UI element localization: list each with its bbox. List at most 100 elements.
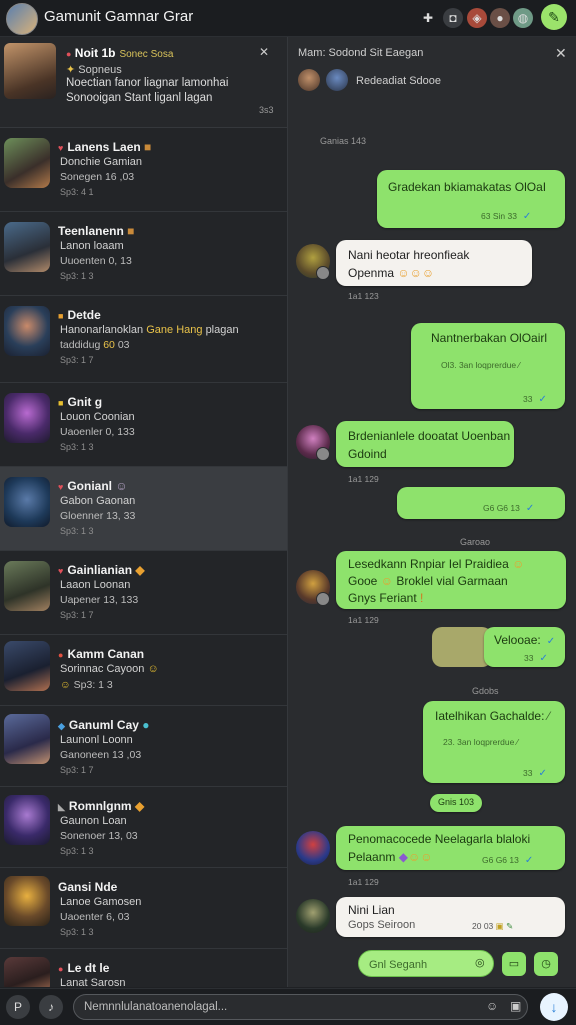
message-text: Brdenianlele dooatat Uoenban — [348, 429, 511, 443]
chat-time: Sp3: 1 3 — [60, 846, 94, 856]
chat-row[interactable]: ■ Gnit g Louon Coonian Uaoenler 0, 133 Sp… — [0, 383, 287, 467]
chat-name: Detde — [67, 308, 101, 322]
avatar — [4, 222, 50, 272]
profile-avatar[interactable] — [6, 3, 38, 35]
search-icon[interactable]: ◎ — [475, 956, 485, 969]
close-icon[interactable]: ✕ — [259, 45, 269, 59]
compose-icon[interactable]: ✎ — [541, 4, 567, 30]
edit-icon: ✎ — [506, 921, 514, 931]
star-icon: ■ — [58, 398, 64, 408]
message-search[interactable]: ◎ — [358, 950, 494, 977]
chat-preview: Lanoe Gamosen — [60, 896, 142, 908]
grid-icon[interactable]: ◈ — [467, 8, 487, 28]
chat-preview: Lanon loaam — [60, 240, 124, 252]
chat-row-selected[interactable]: ♥ Gonianl ☺ Gabon Gaonan Gloenner 13, 33 … — [0, 467, 287, 551]
read-check-icon: ✓ — [539, 653, 548, 664]
read-check-icon: ✓ — [538, 394, 547, 405]
avatar — [4, 561, 50, 611]
chat-row[interactable]: Gansi Nde Lanoe Gamosen Uaoenter 6, 03 S… — [0, 868, 287, 949]
chat-name: Gnit g — [67, 395, 103, 409]
chat-date: Sonenoer 13, 03 — [60, 830, 138, 842]
date-divider: Ganias 143 — [320, 136, 367, 146]
top-bar: Gamunit Gamnar Grar ✚ ◘ ◈ ● ◍ ✎ — [0, 0, 576, 37]
message-meta: 33 — [524, 653, 534, 663]
chat-row[interactable]: ♥ Lanens Laen ■ Donchie Gamian Sonegen 16… — [0, 128, 287, 212]
status-icon — [316, 266, 330, 280]
chat-time: Sp3: 1 7 — [60, 355, 94, 365]
message-text: Iatelhikan Gachalde: — [435, 709, 545, 723]
chat-date: Gloenner 13, 33 — [60, 510, 136, 522]
chat-row[interactable]: ■ Detde Hanonarlanoklan Gane Hang plagan … — [0, 296, 287, 383]
chat-date: Uaoenler 0, 133 — [60, 426, 135, 438]
message-meta: Ol3. 3an loqprerdue — [441, 360, 517, 370]
chat-name: Le dt le — [67, 961, 110, 975]
attach-icon[interactable]: P — [6, 995, 30, 1019]
message-text: Gooe — [348, 574, 378, 588]
chat-date: Uaoenter 6, 03 — [60, 911, 130, 923]
message-bubble-outgoing: Velooae: ✓ 33 ✓ — [484, 627, 565, 667]
sticker-icon[interactable]: ▣ — [510, 999, 521, 1013]
clock-icon[interactable]: ◷ — [534, 952, 558, 976]
pin-icon: ✦ — [66, 64, 76, 76]
edit-icon: ⁄ — [547, 709, 550, 723]
avatar — [296, 831, 330, 865]
avatar[interactable] — [298, 69, 320, 91]
avatar — [4, 477, 50, 527]
pinned-name: Noit 1b — [74, 46, 116, 60]
chat-row[interactable]: Teenlanenn ■ Lanon loaam Uuoenten 0, 13 … — [0, 212, 287, 296]
avatar — [4, 795, 50, 845]
date-pill-text: Gnis 103 — [438, 797, 475, 807]
chat-preview: Launonl Loonn — [60, 734, 133, 746]
date-divider: Gdobs — [472, 686, 499, 696]
message-bubble-incoming: Lesedkann Rnpiar Iel Praidiea ☺ Gooe ☺ B… — [336, 551, 566, 609]
chat-highlight: 60 — [103, 339, 115, 351]
emoji-icon: ☺ — [380, 574, 393, 588]
message-time: 1a1 129 — [348, 474, 379, 484]
crown-icon: ■ — [58, 311, 64, 321]
chat-row[interactable]: ● Kamm Canan Sorinnac Cayoon ☺ ☺ Sp3: 1 3 — [0, 635, 287, 706]
chat-preview: Louon Coonian — [60, 411, 135, 423]
mute-icon: ◣ — [58, 802, 65, 812]
read-check-icon: ✓ — [525, 503, 535, 514]
search-input[interactable] — [367, 955, 471, 974]
emoji-icon[interactable]: ☺ — [486, 999, 498, 1013]
chat-row[interactable]: ◣ Romnlgnm ◆ Gaunon Loan Sonenoer 13, 03 … — [0, 787, 287, 868]
read-check-icon: ✓ — [522, 211, 532, 222]
pinned-chat[interactable]: ● Noit 1b Sonec Sosa ✦ Sopneus Noectian f… — [0, 37, 287, 128]
read-check-icon: ✓ — [546, 636, 556, 647]
chat-row[interactable]: ● Le dt le Lanat Sarosn — [0, 949, 287, 987]
chat-preview: Lanat Sarosn — [60, 977, 126, 987]
message-bubble-incoming: Nani heotar hreonfieak Openma ☺☺☺ — [336, 240, 532, 286]
read-check-icon: ✓ — [538, 768, 547, 779]
globe-icon: ● — [142, 718, 150, 732]
user-icon[interactable]: ● — [490, 8, 510, 28]
mic-icon[interactable]: ♪ — [39, 995, 63, 1019]
chat-row[interactable]: ♥ Gainlianian ◆ Laaon Loonan Uapener 13, … — [0, 551, 287, 635]
send-icon[interactable]: ↓ — [540, 993, 568, 1021]
emoji-icon: ☺ — [60, 679, 71, 691]
avatar[interactable] — [326, 69, 348, 91]
app-title: Gamunit Gamnar Grar — [44, 8, 194, 25]
conversation-panel: Mam: Sodond Sit Eaegan ✕ Redeadiat Sdooe… — [288, 37, 576, 987]
message-input[interactable] — [73, 994, 528, 1020]
message-text: Velooae: — [494, 633, 541, 647]
image-thumbnail[interactable] — [432, 627, 492, 667]
chat-time: Sp3: 1 3 — [60, 526, 94, 536]
message-bubble-incoming: Nini Lian Gops Seiroon 20 03 ▣ ✎ — [336, 897, 565, 937]
avatar — [4, 43, 56, 99]
message-meta: G6 G6 13 — [483, 503, 520, 513]
chat-name: Lanens Laen — [67, 140, 141, 154]
puzzle-icon[interactable]: ✚ — [418, 8, 438, 28]
camera-icon[interactable]: ◘ — [443, 8, 463, 28]
emoji-icon: ☺☺☺ — [397, 266, 435, 280]
chat-preview: Donchie Gamian — [60, 156, 142, 168]
badge-icon: ● — [66, 49, 72, 59]
globe-icon[interactable]: ◍ — [513, 8, 533, 28]
message-bubble-outgoing: Gradekan bkiamakatas OlOaI 63 Sin 33 ✓ — [377, 170, 565, 228]
edit-icon: ⁄ — [516, 737, 519, 747]
filter-icon[interactable]: ▭ — [502, 952, 526, 976]
chat-date: Uuoenten 0, 13 — [60, 255, 132, 267]
message-bubble-outgoing: Iatelhikan Gachalde: ⁄ 23. 3an loqprerdu… — [423, 701, 565, 783]
close-icon[interactable]: ✕ — [555, 45, 567, 62]
chat-row[interactable]: ◆ Ganuml Cay ● Launonl Loonn Ganoneen 13 … — [0, 706, 287, 787]
